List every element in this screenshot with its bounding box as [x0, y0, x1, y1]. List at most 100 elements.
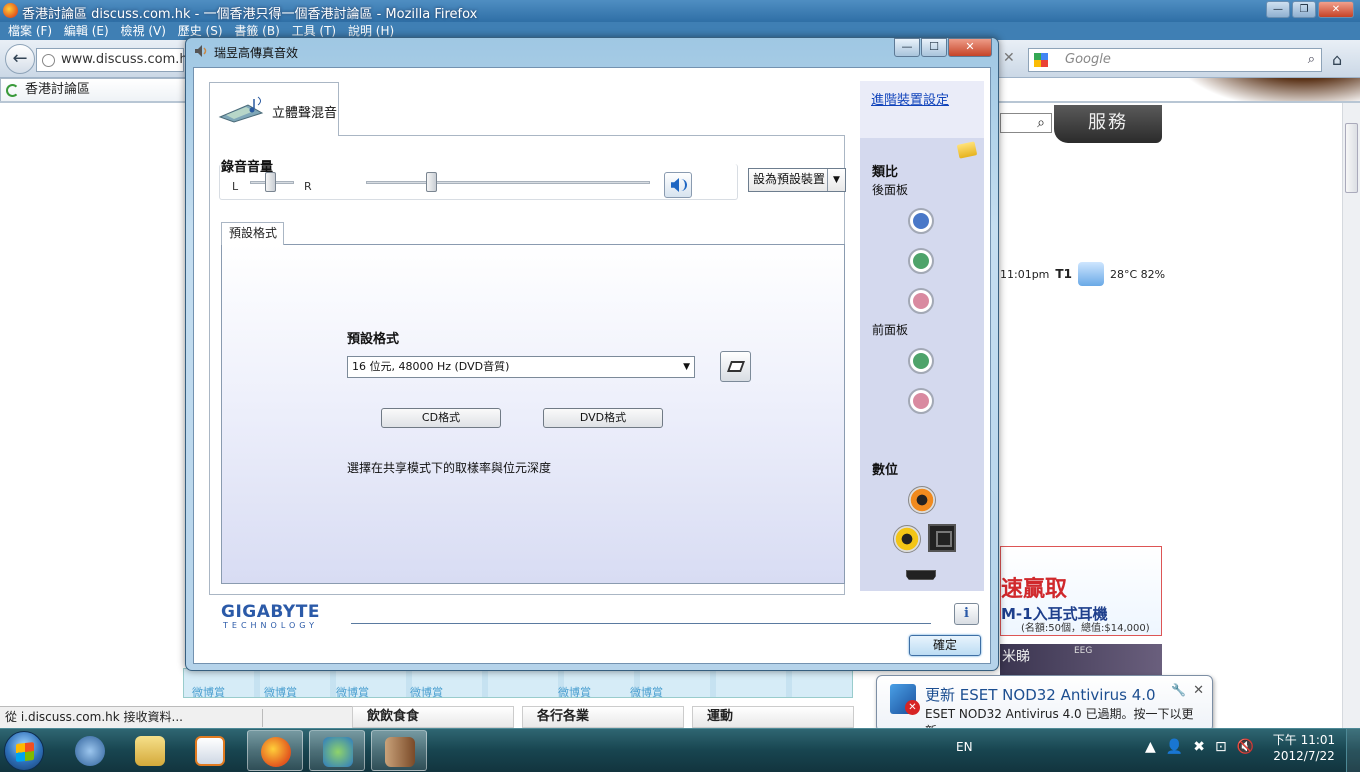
scrollbar-thumb[interactable] [1345, 123, 1358, 193]
ok-button[interactable]: 確定 [909, 635, 981, 656]
dialog-title: 瑞昱高傳真音效 [214, 46, 299, 60]
wrench-icon[interactable]: 🔧 [1171, 683, 1186, 697]
folder-icon[interactable] [956, 141, 978, 159]
format-hint-text: 選擇在共享模式下的取樣率與位元深度 [347, 461, 552, 475]
notification-close-button[interactable]: ✕ [1193, 683, 1204, 698]
browser-title-bar: 香港討論區 discuss.com.hk - 一個香港只得一個香港討論區 - M… [0, 0, 1360, 22]
thunderbird-icon [75, 736, 105, 766]
taskbar-realtek-audio[interactable] [371, 730, 427, 771]
menu-edit[interactable]: 編輯 (E) [64, 22, 109, 40]
dialog-maximize-button[interactable]: ☐ [921, 38, 947, 57]
banner-label: 微博賞 [264, 686, 297, 699]
back-button[interactable]: ← [5, 44, 35, 74]
device-sidebar: 進階裝置設定 類比 後面板 前面板 數位 [860, 81, 984, 591]
site-search-icon[interactable]: ⌕ [1000, 113, 1052, 133]
close-button[interactable]: ✕ [1318, 1, 1354, 18]
menu-file[interactable]: 檔案 (F) [8, 22, 52, 40]
category-sports[interactable]: 運動 [692, 706, 854, 728]
stop-icon[interactable]: ✕ [1003, 50, 1015, 66]
coaxial-orange-jack-icon[interactable] [908, 486, 936, 514]
show-hidden-icons-icon[interactable]: ▲ [1145, 739, 1156, 755]
advanced-device-settings-link[interactable]: 進階裝置設定 [871, 89, 949, 108]
volume-slider-thumb[interactable] [426, 172, 438, 192]
eset-notification[interactable]: ✕ 更新 ESET NOD32 Antivirus 4.0 ESET NOD32… [876, 675, 1213, 742]
rear-jack-pink-icon[interactable] [908, 288, 934, 314]
tab-default-format[interactable]: 預設格式 [221, 222, 284, 245]
weibo-banner[interactable]: 微博賞 微博賞 微博賞 微博賞 微博賞 微博賞 [183, 668, 853, 699]
cd-format-button[interactable]: CD格式 [381, 408, 501, 428]
category-business[interactable]: 各行各業 [522, 706, 684, 728]
maximize-button[interactable]: ❐ [1292, 1, 1316, 18]
minimize-button[interactable]: — [1266, 1, 1290, 18]
taskbar-thunderbird[interactable] [62, 730, 118, 771]
mute-button[interactable] [664, 172, 692, 198]
default-format-select[interactable]: 16 位元, 48000 Hz (DVD音質) ▼ [347, 356, 695, 378]
globe-icon [42, 54, 55, 67]
chevron-down-icon: ▼ [683, 362, 690, 372]
eraser-icon [726, 361, 746, 372]
start-button[interactable] [4, 731, 44, 771]
home-icon[interactable]: ⌂ [1332, 50, 1342, 69]
user-icon[interactable]: 👤 [1166, 739, 1183, 755]
taskbar-messenger[interactable] [309, 730, 365, 771]
url-bar[interactable]: www.discuss.com.hk [36, 48, 195, 72]
ad-headline: 速贏取 [1001, 577, 1068, 602]
rear-jack-green-icon[interactable] [908, 248, 934, 274]
hdmi-port-icon[interactable] [906, 570, 936, 580]
loading-spinner-icon [6, 84, 19, 97]
set-default-device-dropdown[interactable]: 設為預設裝置 ▼ [748, 168, 846, 192]
ad2-brand: EEG [1074, 646, 1093, 656]
balance-slider-thumb[interactable] [264, 172, 276, 192]
realtek-audio-dialog: 瑞昱高傳真音效 — ☐ ✕ 立體聲混音 錄音音量 L R 設為預設裝置 ▼ 預設… [185, 37, 999, 671]
front-panel-label: 前面板 [872, 323, 909, 337]
digital-label: 數位 [872, 463, 899, 478]
status-text: 從 i.discuss.com.hk 接收資料... [5, 710, 183, 724]
ad-details: (名額:50個，總值:$14,000) [1021, 623, 1150, 634]
default-format-value: 16 位元, 48000 Hz (DVD音質) [352, 360, 510, 373]
browser-tab[interactable]: 香港討論區 discuss.com.hk - 一 [0, 78, 186, 119]
taskbar: EN ▲ 👤 ✖ ⊡ 🔇 下午 11:01 2012/7/22 [0, 728, 1360, 772]
taskbar-firefox[interactable] [247, 730, 303, 771]
category-food[interactable]: 飲飲食食 [352, 706, 514, 728]
url-text: www.discuss.com.hk [61, 52, 196, 67]
show-desktop-button[interactable] [1346, 729, 1360, 772]
volume-slider-track[interactable] [366, 181, 650, 184]
coaxial-yellow-jack-icon[interactable] [893, 525, 921, 553]
taskbar-explorer[interactable] [122, 730, 178, 771]
earphone-ad-banner[interactable]: 速贏取 M-1入耳式耳機 (名額:50個，總值:$14,000) [1000, 546, 1162, 636]
default-format-label: 預設格式 [347, 332, 400, 347]
brand-subtitle: TECHNOLOGY [223, 621, 318, 630]
eset-tray-icon[interactable]: ✖ [1193, 739, 1205, 755]
weather-widget: 11:01pm T1 28°C 82% [1000, 262, 1165, 286]
dialog-close-button[interactable]: ✕ [948, 38, 992, 57]
taskbar-media-player[interactable] [182, 730, 238, 771]
service-button[interactable]: 服務 [1054, 105, 1162, 143]
volume-muted-icon[interactable]: 🔇 [1237, 739, 1254, 755]
network-icon[interactable]: ⊡ [1215, 739, 1227, 755]
page-scrollbar[interactable] [1342, 103, 1360, 728]
language-indicator[interactable]: EN [956, 740, 973, 754]
search-icon[interactable]: ⌕ [1308, 49, 1315, 71]
info-button[interactable]: i [954, 603, 979, 625]
windows-logo-icon [16, 742, 34, 762]
tab-stereo-mix[interactable]: 立體聲混音 [209, 82, 339, 136]
menu-view[interactable]: 檢視 (V) [121, 22, 166, 40]
taskbar-clock[interactable]: 下午 11:01 2012/7/22 [1268, 732, 1340, 764]
status-divider [262, 709, 263, 727]
category-nav: 飲飲食食 各行各業 運動 [352, 706, 854, 728]
dvd-format-button[interactable]: DVD格式 [543, 408, 663, 428]
banner-label: 微博賞 [558, 686, 591, 699]
front-jack-pink-icon[interactable] [908, 388, 934, 414]
gigabyte-logo: GIGABYTE TECHNOLOGY [221, 603, 320, 630]
front-jack-green-icon[interactable] [908, 348, 934, 374]
volume-icon [671, 178, 679, 192]
search-placeholder: Google [1065, 52, 1111, 67]
folder-icon [135, 736, 165, 766]
dialog-body: 立體聲混音 錄音音量 L R 設為預設裝置 ▼ 預設格式 預設格式 16 位元,… [193, 67, 991, 664]
reset-format-button[interactable] [720, 351, 751, 382]
search-input[interactable]: Google ⌕ [1028, 48, 1322, 72]
dialog-minimize-button[interactable]: — [894, 38, 920, 57]
rear-jack-blue-icon[interactable] [908, 208, 934, 234]
optical-jack-icon[interactable] [928, 524, 956, 552]
rain-cloud-icon [1077, 262, 1104, 286]
